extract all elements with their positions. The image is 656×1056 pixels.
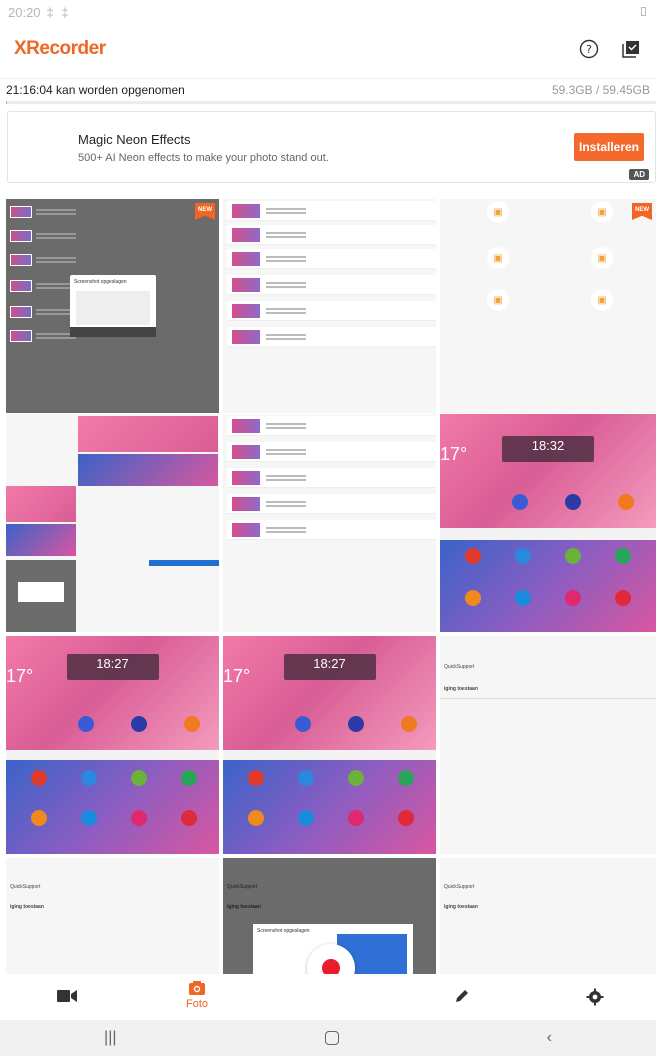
home-icon[interactable]	[324, 1031, 339, 1045]
screenshot-thumbnail[interactable]: NEW	[223, 414, 436, 632]
screenshot-thumbnail[interactable]: 17° 18:32	[440, 414, 656, 632]
tab-foto[interactable]: Foto	[186, 980, 208, 1010]
permission-text: iging toestaan	[444, 904, 478, 910]
list-item	[227, 442, 436, 462]
screenshot-dialog: Screenshot opgeslagen	[70, 275, 156, 337]
list-item	[10, 277, 76, 295]
list-item	[10, 303, 76, 321]
app-bar: XRecorder ?	[0, 24, 656, 74]
temperature-text: 17°	[6, 666, 34, 686]
new-badge: NEW	[195, 203, 215, 220]
list-item	[227, 468, 436, 488]
screenshot-thumbnail[interactable]: QuickSupport iging toestaan	[440, 858, 656, 974]
ad-card[interactable]: Magic Neon Effects 500+ AI Neon effects …	[7, 111, 656, 183]
ad-title: Magic Neon Effects	[78, 132, 191, 147]
list-item	[227, 301, 436, 321]
storage-size: 59.3GB / 59.45GB	[551, 82, 650, 97]
system-navigation-bar: ||| ‹	[0, 1020, 656, 1056]
permission-text: iging toestaan	[227, 904, 261, 910]
tab-foto-label: Foto	[186, 998, 209, 1010]
help-icon[interactable]: ?	[578, 38, 600, 60]
list-item	[227, 327, 436, 347]
battery-icon	[641, 7, 646, 16]
storage-info: 21:16:04 kan worden opgenomen 59.3GB / 5…	[0, 78, 656, 100]
ad-subtitle: 500+ AI Neon effects to make your photo …	[78, 152, 329, 164]
list-item	[10, 203, 76, 221]
quicksupport-title: QuickSupport	[444, 884, 475, 890]
screenshot-thumbnail[interactable]	[6, 414, 219, 632]
app-actions: ?	[578, 38, 642, 60]
image-icon: ▣	[591, 201, 613, 223]
bottom-navigation: Foto	[0, 974, 656, 1020]
screenshot-thumbnail[interactable]: NEW ▣ ▣ ▣ ▣ ▣ ▣	[440, 199, 656, 413]
app-title: XRecorder	[14, 38, 106, 59]
media-grid: NEW Screenshot opgeslagen NEW NEW ▣ ▣ ▣ …	[6, 199, 656, 974]
screenshot-thumbnail[interactable]: 17° 18:27	[223, 636, 436, 854]
back-icon[interactable]: ‹	[547, 1029, 552, 1047]
temperature-text: 17°	[223, 666, 251, 686]
lockscreen-clock: 18:27	[283, 654, 376, 680]
tool-item: ▣	[448, 201, 548, 227]
pencil-icon	[456, 990, 468, 1002]
list-item	[10, 227, 76, 245]
ad-badge: AD	[629, 169, 649, 180]
install-button[interactable]: Installeren	[574, 133, 644, 161]
quicksupport-title: QuickSupport	[10, 884, 41, 890]
film-icon: ▣	[487, 247, 509, 269]
tab-videos[interactable]	[56, 988, 78, 1004]
list-item	[227, 520, 436, 540]
screenshot-thumbnail[interactable]: QuickSupport iging toestaan	[6, 858, 219, 974]
quicksupport-title: QuickSupport	[444, 664, 475, 670]
select-all-icon[interactable]	[620, 38, 642, 60]
quicksupport-title: QuickSupport	[227, 884, 258, 890]
list-item	[227, 249, 436, 269]
compress-icon: ▣	[591, 247, 613, 269]
permission-text: iging toestaan	[10, 904, 44, 910]
list-item	[227, 201, 436, 221]
screenshot-thumbnail[interactable]: QuickSupport iging toestaan	[440, 636, 656, 854]
video-icon: ▣	[487, 201, 509, 223]
share-icon: ▣	[487, 289, 509, 311]
tool-item: ▣	[552, 247, 652, 273]
list-item	[227, 416, 436, 436]
list-item	[227, 275, 436, 295]
list-item	[10, 327, 76, 345]
status-bar: 20:20 ‡ ‡	[0, 0, 656, 24]
camera-icon	[189, 981, 205, 995]
screenshot-thumbnail[interactable]: NEW Screenshot opgeslagen	[6, 199, 219, 413]
storage-progress-bar	[6, 101, 656, 104]
list-item	[227, 494, 436, 514]
grid-icon: ▣	[591, 289, 613, 311]
temperature-text: 17°	[440, 444, 468, 464]
tool-item: ▣	[552, 201, 652, 227]
remaining-time: 21:16:04 kan worden opgenomen	[6, 82, 185, 97]
screenshot-thumbnail[interactable]: NEW	[223, 199, 436, 413]
gear-icon	[586, 988, 604, 1006]
list-item	[10, 251, 76, 269]
tab-settings[interactable]	[586, 988, 604, 1006]
tool-item: ▣	[448, 289, 548, 315]
svg-text:?: ?	[586, 43, 592, 56]
recent-apps-icon[interactable]: |||	[104, 1029, 116, 1047]
video-camera-icon	[57, 990, 77, 1002]
storage-progress-fill	[6, 101, 8, 104]
dialog-title: Screenshot opgeslagen	[74, 279, 127, 285]
permission-text: iging toestaan	[444, 686, 478, 692]
notification-icons: ‡ ‡	[46, 4, 71, 20]
status-time: 20:20	[8, 4, 41, 20]
tool-item: ▣	[448, 247, 548, 273]
screenshot-thumbnail[interactable]: 17° 18:27	[6, 636, 219, 854]
lockscreen-clock: 18:32	[502, 436, 594, 462]
tab-edit[interactable]	[454, 988, 470, 1004]
tool-item: ▣	[552, 289, 652, 315]
lockscreen-clock: 18:27	[66, 654, 159, 680]
list-item	[227, 225, 436, 245]
